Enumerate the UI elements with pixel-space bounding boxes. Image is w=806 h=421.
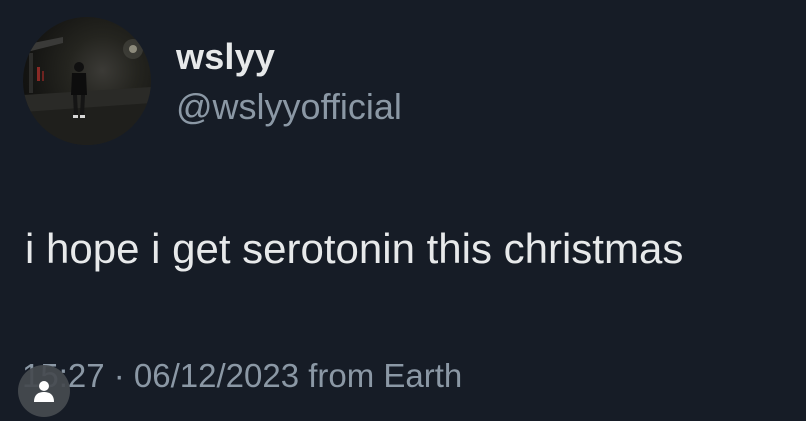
author-display-name[interactable]: wslyy: [176, 35, 275, 79]
person-icon: [34, 381, 54, 402]
tweet-text: i hope i get serotonin this christmas: [25, 225, 684, 272]
avatar-photo-icon: [23, 37, 151, 145]
profile-overlay-button[interactable]: [18, 365, 70, 417]
author-handle[interactable]: @wslyyofficial: [176, 85, 402, 129]
tweet-timestamp[interactable]: 15:27 · 06/12/2023 from Earth: [22, 354, 462, 398]
author-avatar[interactable]: [23, 17, 151, 145]
tweet-card: wslyy @wslyyofficial i hope i get seroto…: [0, 0, 806, 421]
